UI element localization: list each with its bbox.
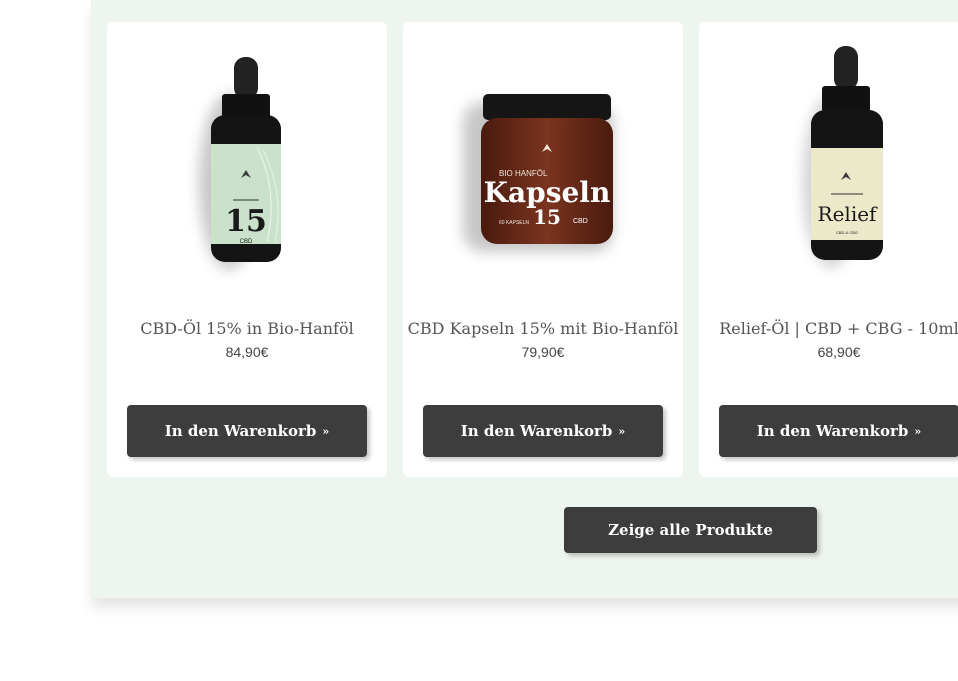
label-percent: 15 (533, 205, 561, 229)
add-to-cart-label: In den Warenkorb (164, 422, 317, 440)
add-to-cart-button[interactable]: In den Warenkorb » (719, 405, 958, 457)
product-title[interactable]: CBD Kapseln 15% mit Bio-Hanföl (403, 319, 683, 338)
add-to-cart-label: In den Warenkorb (460, 422, 613, 440)
product-image[interactable]: BIO HANFÖL Kapseln 15 CBD 60 KAPSELN (403, 22, 683, 302)
show-all-products-button[interactable]: Zeige alle Produkte (564, 507, 817, 553)
product-title[interactable]: CBD-Öl 15% in Bio-Hanföl (107, 319, 387, 338)
double-chevron-right-icon: » (914, 424, 922, 438)
label-sub: CBD & CBG (836, 230, 858, 235)
product-image[interactable]: Relief CBD & CBG (699, 22, 958, 302)
add-to-cart-button[interactable]: In den Warenkorb » (127, 405, 367, 457)
product-image[interactable]: 15 CBD (107, 22, 387, 302)
double-chevron-right-icon: » (322, 424, 330, 438)
double-chevron-right-icon: » (618, 424, 626, 438)
add-to-cart-label: In den Warenkorb (756, 422, 909, 440)
product-card: Relief CBD & CBG Relief-Öl | CBD + CBG -… (699, 22, 958, 477)
dropper-bottle-image: 15 CBD (199, 57, 281, 270)
product-card: BIO HANFÖL Kapseln 15 CBD 60 KAPSELN CBD… (403, 22, 683, 477)
label-number: 15 (225, 204, 267, 239)
product-title[interactable]: Relief-Öl | CBD + CBG - 10ml (699, 319, 958, 338)
dropper-bottle-image: Relief CBD & CBG (803, 46, 883, 268)
product-card: 15 CBD CBD-Öl 15% in Bio-Hanföl 84,90€ I… (107, 22, 387, 477)
add-to-cart-button[interactable]: In den Warenkorb » (423, 405, 663, 457)
label-small: 60 KAPSELN (499, 220, 529, 226)
label-sub: CBD (240, 239, 253, 245)
product-price: 79,90€ (521, 344, 565, 360)
label-title: Relief (818, 202, 879, 226)
label-sub: CBD (573, 218, 588, 225)
product-price: 84,90€ (225, 344, 269, 360)
capsule-jar-image: BIO HANFÖL Kapseln 15 CBD 60 KAPSELN (463, 94, 613, 252)
product-price: 68,90€ (817, 344, 861, 360)
